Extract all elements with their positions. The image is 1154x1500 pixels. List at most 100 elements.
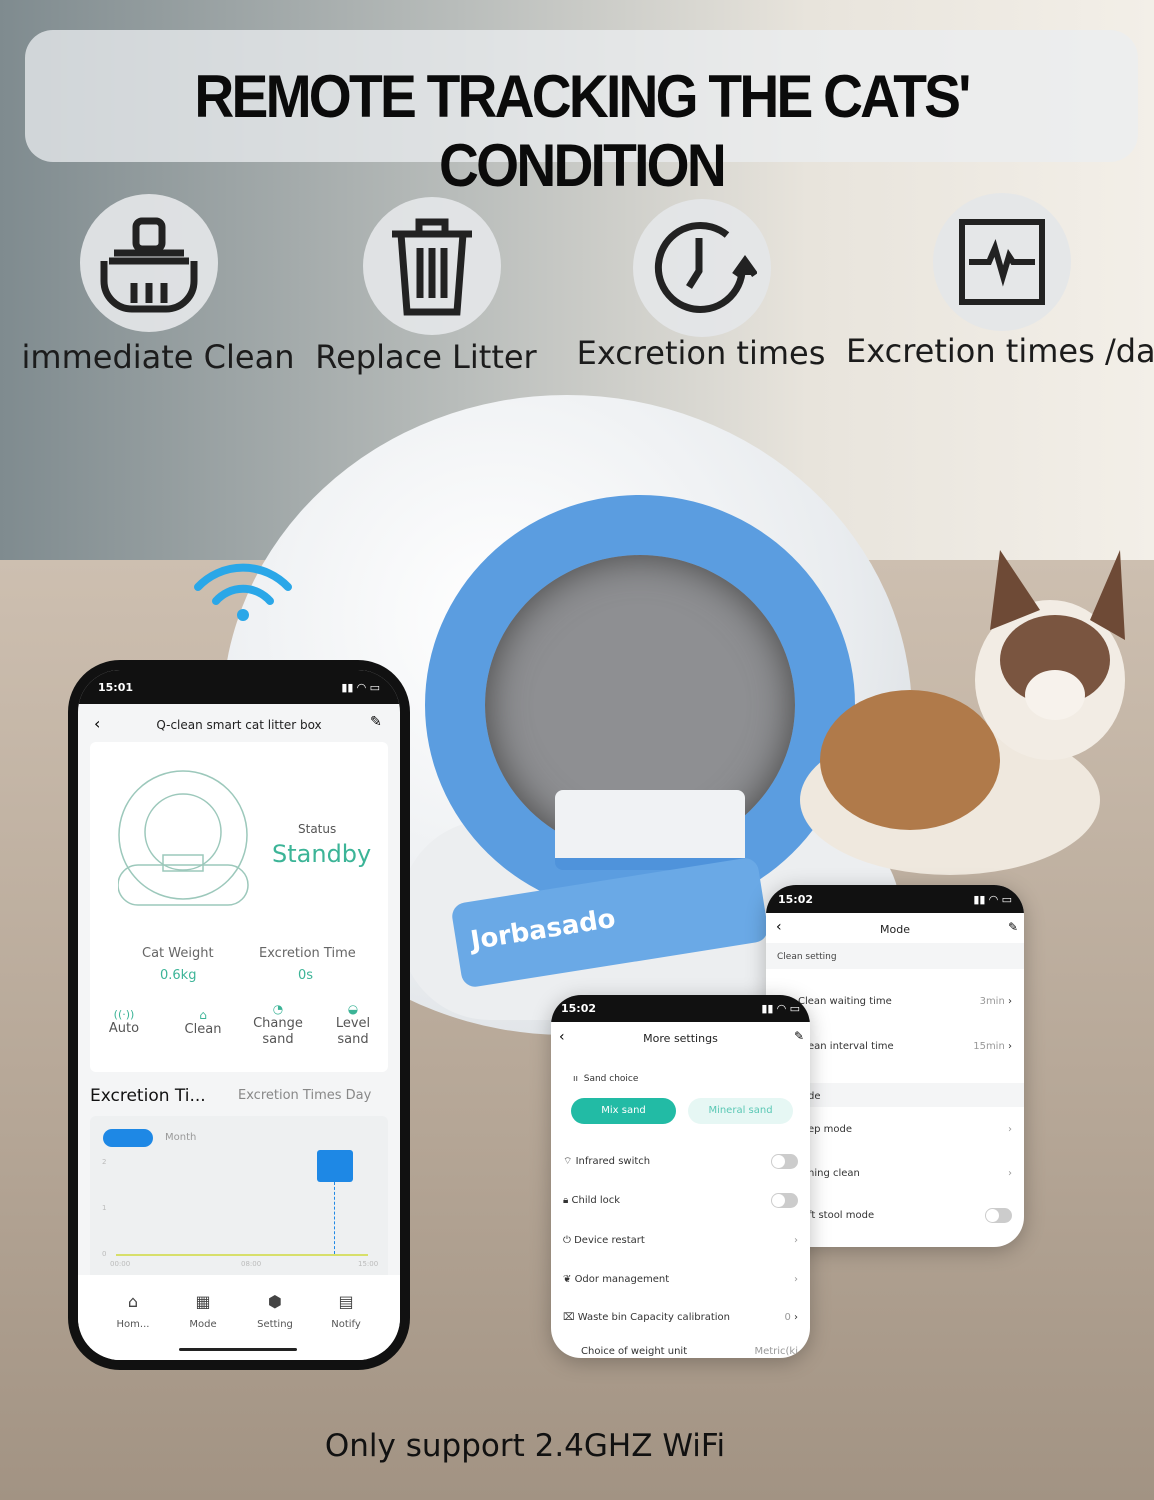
feature-label: Excretion times [576,334,826,372]
change-sand-icon: ◔ [272,1002,284,1016]
chart-line [116,1254,368,1256]
weight-unit-row[interactable]: Choice of weight unit Metric(ki [551,1343,810,1358]
row-value: 3min [979,995,1005,1007]
signal-icons: ▮▮ ◠ ▭ [761,1002,800,1015]
wifi-note: Only support 2.4GHZ WiFi [324,1428,726,1464]
clock: 15:02 [778,892,814,906]
nav-label: Notify [331,1319,361,1330]
change-sand-label: Change sand [253,1016,303,1047]
signal-icons: ▮▮ ◠ ▭ [973,892,1012,906]
leaf-icon: ❦ [563,1273,575,1285]
level-sand-icon: ◒ [347,1002,359,1016]
wifi-icon [194,563,292,621]
clean-waiting-time-row[interactable]: Clean waiting time 3min › [766,993,1024,1009]
infrared-icon: ⌔ [563,1155,576,1167]
infrared-switch-row: ⌔ Infrared switch [551,1153,810,1169]
row-label: Clean waiting time [798,995,892,1007]
section-title: Clean setting [777,952,837,962]
clock: 15:02 [561,1002,597,1015]
status-label: Status [298,822,337,836]
row-label: Infrared switch [575,1155,651,1167]
auto-icon: ((·)) [113,1008,135,1021]
cat-photo [800,550,1125,875]
nav-home[interactable]: ⌂ Hom... [108,1292,158,1330]
chart-tooltip [317,1150,353,1182]
row-label: Device restart [574,1234,645,1246]
bin-icon: ⌧ [563,1311,578,1323]
trash-can-icon [363,197,501,335]
main-phone: 15:01 ▮▮ ◠ ▭ ‹ Q-clean smart cat litter b… [68,660,410,1370]
child-lock-toggle[interactable] [771,1192,798,1208]
odor-management-row[interactable]: ❦ Odor management › [551,1271,810,1287]
y-tick: 0 [102,1250,107,1258]
nav-setting[interactable]: ⬢ Setting [250,1292,300,1330]
litter-box-illustration [118,770,249,906]
nav-label: Hom... [116,1319,150,1330]
edit-icon[interactable]: ✎ [794,1029,804,1043]
infrared-toggle[interactable] [771,1153,798,1169]
mix-sand-button[interactable]: Mix sand [571,1098,676,1124]
basket-icon: ⌂ [199,1008,207,1022]
nav-label: Mode [189,1319,217,1330]
row-label: Odor management [574,1273,670,1285]
x-tick: 08:00 [241,1260,262,1268]
headline: REMOTE TRACKING THE CATS' CONDITION [194,63,971,199]
tab-excretion-times-day[interactable]: Excretion Times Day [238,1088,371,1103]
device-restart-row[interactable]: ⏻ Device restart › [551,1232,810,1248]
soft-stool-toggle[interactable] [985,1207,1012,1223]
heartbeat-monitor-icon [933,193,1071,331]
feature-label: immediate Clean [21,338,295,376]
clean-button[interactable]: ⌂ Clean [173,1008,233,1037]
row-label: Waste bin Capacity calibration [577,1311,730,1323]
page-title: More settings [643,1032,718,1045]
home-indicator [179,1348,297,1351]
waste-bin-calibration-row[interactable]: ⌧ Waste bin Capacity calibration 0 › [551,1309,810,1325]
chart-cursor [334,1182,335,1254]
x-tick: 15:00 [358,1260,379,1268]
nav-notify[interactable]: ▤ Notify [321,1292,371,1330]
home-icon: ⌂ [127,1292,139,1311]
row-label: ning clean [808,1167,860,1179]
clock-refresh-icon [633,199,771,337]
day-toggle[interactable] [103,1129,153,1147]
cat-weight-label: Cat Weight [142,946,214,961]
change-sand-button[interactable]: ◔ Change sand [248,1002,308,1048]
grid-icon: ▦ [195,1292,211,1311]
lock-icon: 🔒︎ [563,1194,572,1206]
month-toggle[interactable]: Month [165,1132,196,1143]
feature-label: Replace Litter [315,338,537,376]
row-value: 0 [784,1311,791,1323]
row-label: Child lock [571,1194,621,1206]
page-title: Q-clean smart cat litter box [156,718,322,732]
broom-basket-icon [80,194,218,332]
nav-label: Setting [257,1319,293,1330]
calendar-icon: ▤ [338,1292,354,1311]
feature-label: Excretion times /day [846,332,1154,370]
litter-box-step [555,790,745,870]
nav-mode[interactable]: ▦ Mode [178,1292,228,1330]
row-label: ep mode [808,1123,853,1135]
power-icon: ⏻ [563,1234,575,1246]
status-value: Standby [272,840,372,868]
row-label: ean interval time [808,1040,894,1052]
edit-icon[interactable]: ✎ [1008,920,1018,934]
edit-icon[interactable]: ✎ [370,714,382,730]
row-label: Choice of weight unit [581,1345,688,1357]
sand-choice-label: ıı Sand choice [573,1074,639,1084]
page-title: Mode [880,923,910,936]
excretion-time-label: Excretion Time [259,946,356,961]
mineral-sand-button[interactable]: Mineral sand [688,1098,793,1124]
excretion-time-value: 0s [298,968,314,983]
status-bar: 15:01 ▮▮ ◠ ▭ [78,670,400,704]
more-settings-screen: 15:02 ▮▮ ◠ ▭ ‹ More settings ✎ ıı Sand ch… [551,995,810,1358]
level-sand-button[interactable]: ◒ Level sand [323,1002,383,1048]
tab-excretion-times[interactable]: Excretion Ti... [90,1086,206,1106]
x-tick: 00:00 [110,1260,131,1268]
level-sand-label: Level sand [335,1016,371,1047]
auto-button[interactable]: ((·)) Auto [94,1008,154,1036]
row-value: Metric(ki [754,1345,798,1357]
row-value: 15min [973,1040,1005,1052]
cat-weight-value: 0.6kg [160,968,197,983]
child-lock-row: 🔒︎ Child lock [551,1192,810,1208]
row-label: ft stool mode [808,1209,875,1221]
